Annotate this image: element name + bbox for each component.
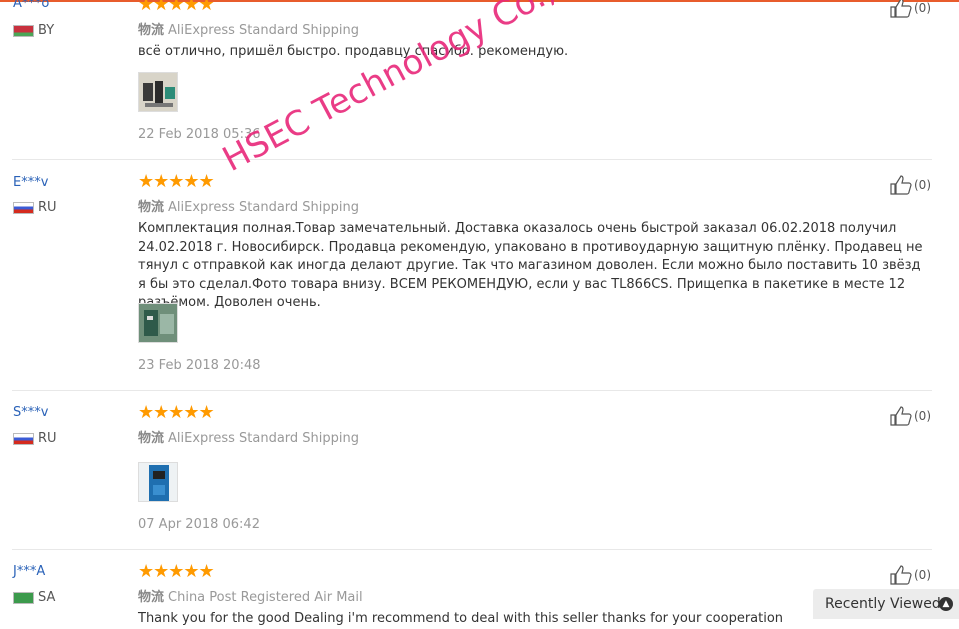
shipping-label: 物流 bbox=[138, 23, 165, 38]
shipping-name: AliExpress Standard Shipping bbox=[168, 431, 360, 446]
shipping-method: 物流 AliExpress Standard Shipping bbox=[138, 427, 359, 446]
review-photo[interactable] bbox=[138, 462, 178, 502]
thumbs-up-icon bbox=[890, 565, 912, 585]
thumbs-up-icon bbox=[890, 406, 912, 426]
shipping-label: 物流 bbox=[138, 590, 165, 605]
shipping-method: 物流 AliExpress Standard Shipping bbox=[138, 196, 359, 215]
shipping-name: China Post Registered Air Mail bbox=[168, 590, 363, 605]
star-rating: ★★★★★ bbox=[138, 171, 215, 192]
like-count: (0) bbox=[914, 409, 931, 423]
review-date: 22 Feb 2018 05:36 bbox=[138, 127, 261, 142]
review-divider bbox=[12, 549, 932, 550]
review-divider bbox=[12, 159, 932, 160]
flag-ru-icon bbox=[13, 201, 34, 214]
review-date: 23 Feb 2018 20:48 bbox=[138, 358, 261, 373]
shipping-name: AliExpress Standard Shipping bbox=[168, 23, 360, 38]
like-count: (0) bbox=[914, 1, 931, 15]
shipping-name: AliExpress Standard Shipping bbox=[168, 200, 360, 215]
reviewer-country: BY bbox=[13, 23, 54, 38]
reviewer-country: SA bbox=[13, 590, 55, 605]
reviewer-name[interactable]: S***v bbox=[13, 405, 48, 420]
reviewer-name[interactable]: J***A bbox=[13, 564, 45, 579]
country-code: RU bbox=[38, 200, 57, 215]
like-button[interactable]: (0) bbox=[890, 565, 931, 585]
review-text: Thank you for the good Dealing i'm recom… bbox=[138, 611, 784, 626]
review-photo[interactable] bbox=[138, 303, 178, 343]
like-count: (0) bbox=[914, 178, 931, 192]
star-rating: ★★★★★ bbox=[138, 561, 215, 582]
like-button[interactable]: (0) bbox=[890, 0, 931, 18]
shipping-label: 物流 bbox=[138, 431, 165, 446]
chevron-up-icon: ▲ bbox=[939, 597, 953, 611]
flag-sa-icon bbox=[13, 591, 34, 604]
recently-viewed-label: Recently Viewed bbox=[825, 596, 941, 612]
review-divider bbox=[12, 390, 932, 391]
review-text: Комплектация полная.Товар замечательный.… bbox=[138, 221, 923, 310]
review-date: 07 Apr 2018 06:42 bbox=[138, 517, 260, 532]
shipping-method: 物流 AliExpress Standard Shipping bbox=[138, 19, 359, 38]
country-code: BY bbox=[38, 23, 55, 38]
like-button[interactable]: (0) bbox=[890, 175, 931, 195]
flag-ru-icon bbox=[13, 432, 34, 445]
country-code: RU bbox=[38, 431, 57, 446]
like-count: (0) bbox=[914, 568, 931, 582]
recently-viewed-button[interactable]: Recently Viewed ▲ bbox=[813, 589, 959, 619]
reviewer-country: RU bbox=[13, 200, 57, 215]
reviewer-country: RU bbox=[13, 431, 57, 446]
flag-by-icon bbox=[13, 24, 34, 37]
review-photo[interactable] bbox=[138, 72, 178, 112]
country-code: SA bbox=[38, 590, 56, 605]
thumbs-up-icon bbox=[890, 175, 912, 195]
reviewer-name[interactable]: A***o bbox=[13, 0, 49, 11]
review-text: всё отлично, пришёл быстро. продавцу спа… bbox=[138, 44, 569, 59]
star-rating: ★★★★★ bbox=[138, 0, 215, 15]
star-rating: ★★★★★ bbox=[138, 402, 215, 423]
shipping-label: 物流 bbox=[138, 200, 165, 215]
like-button[interactable]: (0) bbox=[890, 406, 931, 426]
shipping-method: 物流 China Post Registered Air Mail bbox=[138, 586, 363, 605]
thumbs-up-icon bbox=[890, 0, 912, 18]
reviewer-name[interactable]: E***v bbox=[13, 175, 48, 190]
